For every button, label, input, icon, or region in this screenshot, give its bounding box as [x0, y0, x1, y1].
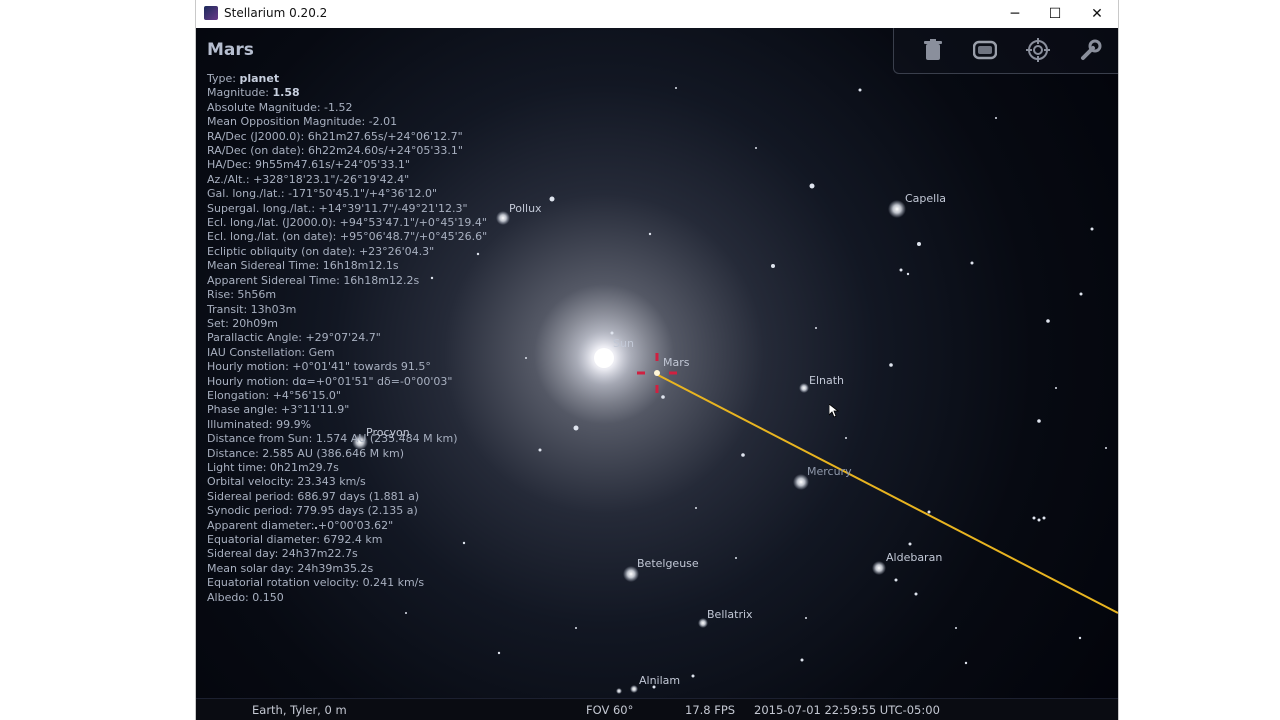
object-type-line: Type: planet	[207, 72, 280, 85]
info-line: Ecl. long./lat. (J2000.0): +94°53'47.1"/…	[207, 216, 487, 230]
capella-label: Capella	[905, 192, 947, 205]
app-icon	[204, 6, 218, 20]
location-status[interactable]: Earth, Tyler, 0 m	[252, 703, 347, 717]
alnilam-label: Alnilam	[639, 674, 681, 687]
object-type: planet	[239, 72, 280, 85]
info-line: Equatorial diameter: 6792.4 km	[207, 533, 383, 546]
ecliptic-line	[655, 373, 1118, 614]
info-line: Gal. long./lat.: -171°50'45.1"/+4°36'12.…	[207, 187, 438, 201]
info-line: RA/Dec (on date): 6h22m24.60s/+24°05'33.…	[207, 144, 463, 158]
maximize-button[interactable]: ☐	[1035, 0, 1075, 28]
info-line: Ecliptic obliquity (on date): +23°26'04.…	[207, 244, 435, 258]
info-line: Apparent Sidereal Time: 16h18m12.2s	[207, 273, 420, 287]
pollux-star[interactable]	[496, 211, 510, 225]
info-line: HA/Dec: 9h55m47.61s/+24°05'33.1"	[207, 158, 410, 172]
object-magnitude-line: Magnitude: 1.58	[207, 86, 300, 100]
datetime-status[interactable]: 2015-07-01 22:59:55 UTC-05:00	[754, 703, 940, 717]
info-line: Supergal. long./lat.: +14°39'11.7"/-49°2…	[207, 201, 468, 215]
object-magnitude: 1.58	[272, 86, 300, 100]
target-icon[interactable]	[1024, 36, 1052, 64]
betelgeuse-label: Betelgeuse	[637, 557, 699, 570]
bellatrix-label: Bellatrix	[707, 608, 753, 621]
info-line: Apparent diameter: +0°00'03.62"	[207, 518, 394, 532]
mars-label: Mars	[663, 356, 690, 369]
title-bar[interactable]: Stellarium 0.20.2 ─ ☐ ✕	[196, 0, 1118, 29]
info-line: Parallactic Angle: +29°07'24.7"	[207, 331, 381, 345]
mercury-label: Mercury	[807, 465, 852, 478]
info-line: Set: 20h09m	[207, 316, 278, 330]
info-line: Ecl. long./lat. (on date): +95°06'48.7"/…	[207, 230, 488, 244]
info-line: Distance: 2.585 AU (386.646 M km)	[207, 446, 405, 460]
status-bar: Earth, Tyler, 0 m FOV 60° 17.8 FPS 2015-…	[196, 698, 1118, 720]
sky-view[interactable]: Mars Type: planet Magnitude: 1.58 Absolute…	[196, 28, 1118, 720]
info-line: Mean Sidereal Time: 16h18m12.1s	[207, 259, 399, 273]
info-line: Sidereal period: 686.97 days (1.881 a)	[207, 489, 420, 503]
info-line: Light time: 0h21m29.7s	[207, 460, 339, 474]
info-line: Hourly motion: dα=+0°01'51" dδ=-0°00'03"	[207, 374, 453, 388]
fov-status: FOV 60°	[586, 703, 634, 717]
info-line: Synodic period: 779.95 days (2.135 a)	[207, 504, 418, 518]
info-line: Orbital velocity: 23.343 km/s	[207, 475, 366, 489]
aldebaran-label: Aldebaran	[886, 551, 943, 564]
alnitak-star	[616, 688, 622, 694]
elnath-star[interactable]	[799, 383, 809, 393]
info-line: RA/Dec (J2000.0): 6h21m27.65s/+24°06'12.…	[207, 129, 463, 143]
elnath-label: Elnath	[809, 374, 845, 387]
stellarium-window: Stellarium 0.20.2 ─ ☐ ✕ Mars Type: plane…	[196, 0, 1118, 720]
mars-disk[interactable]	[654, 370, 660, 376]
wrench-icon[interactable]	[1077, 36, 1105, 64]
pollux-label: Pollux	[509, 202, 542, 215]
fps-status: 17.8 FPS	[685, 703, 736, 717]
info-line: Mean solar day: 24h39m35.2s	[207, 561, 374, 575]
mouse-cursor-icon	[829, 404, 839, 418]
info-line: IAU Constellation: Gem	[207, 345, 335, 359]
info-line: Absolute Magnitude: -1.52	[207, 100, 353, 114]
info-line: Illuminated: 99.9%	[207, 417, 312, 431]
window-title: Stellarium 0.20.2	[224, 6, 328, 20]
trash-icon[interactable]	[919, 36, 947, 64]
info-line: Hourly motion: +0°01'41" towards 91.5°	[207, 360, 431, 374]
info-line: Sidereal day: 24h37m22.7s	[207, 547, 358, 561]
info-line: Elongation: +4°56'15.0"	[207, 388, 341, 402]
info-line: Transit: 13h03m	[207, 302, 297, 316]
object-info-panel: Type: planet Magnitude: 1.58 Absolute Magn…	[207, 72, 487, 605]
info-line: Rise: 5h56m	[207, 288, 277, 302]
object-name: Mars	[207, 40, 254, 60]
alnilam-star[interactable]	[630, 685, 638, 693]
info-line: Albedo: 0.150	[207, 590, 284, 604]
capella-star[interactable]	[888, 200, 906, 218]
minimize-button[interactable]: ─	[995, 0, 1035, 28]
info-line: Distance from Sun: 1.574 AU (235.484 M k…	[207, 432, 458, 446]
aldebaran-star[interactable]	[872, 561, 886, 575]
info-line: Az./Alt.: +328°18'23.1"/-26°19'42.4"	[207, 172, 410, 186]
sun-label: Sun	[613, 337, 634, 350]
procyon-label: Procyon	[366, 426, 410, 439]
close-button[interactable]: ✕	[1077, 0, 1117, 28]
top-right-toolbar	[893, 28, 1118, 74]
info-line: Equatorial rotation velocity: 0.241 km/s	[207, 576, 425, 590]
screen-icon[interactable]	[971, 36, 999, 64]
info-line: Mean Opposition Magnitude: -2.01	[207, 115, 398, 129]
info-line: Phase angle: +3°11'11.9"	[207, 403, 350, 417]
sun-disk[interactable]	[594, 348, 614, 368]
